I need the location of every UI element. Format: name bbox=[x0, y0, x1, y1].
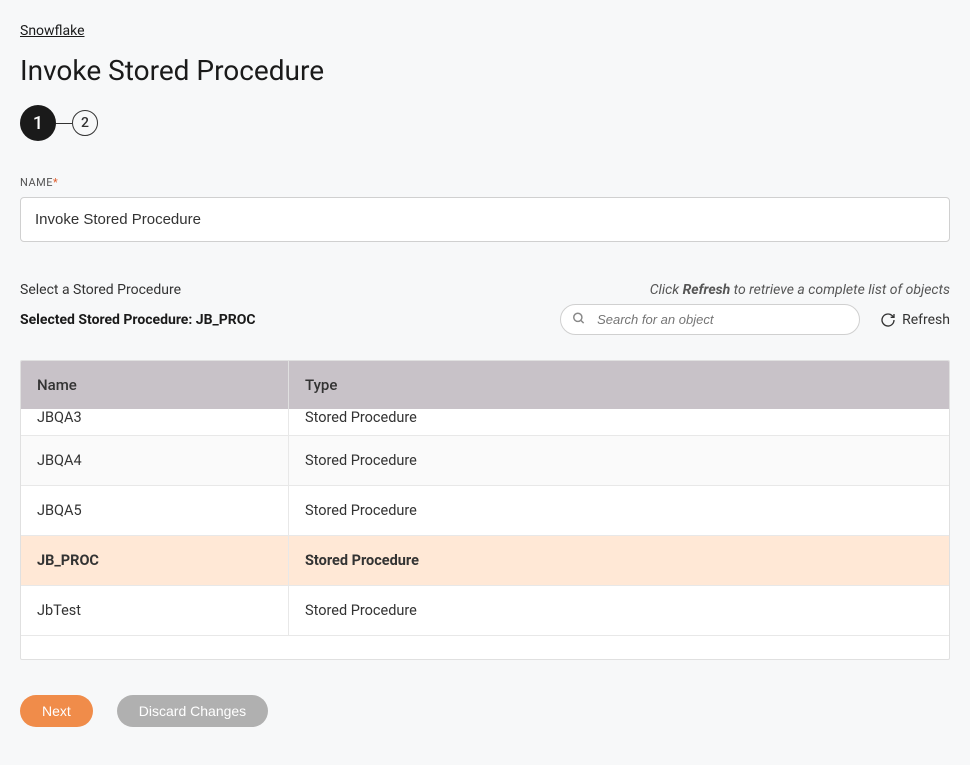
step-connector bbox=[56, 123, 72, 124]
step-2[interactable]: 2 bbox=[72, 110, 98, 136]
next-button[interactable]: Next bbox=[20, 695, 93, 727]
table-row[interactable]: JBQA5Stored Procedure bbox=[21, 486, 949, 536]
table-row[interactable]: JbTestStored Procedure bbox=[21, 586, 949, 636]
selected-procedure-label: Selected Stored Procedure: JB_PROC bbox=[20, 312, 256, 328]
cell-name: JB_PROC bbox=[21, 536, 289, 585]
breadcrumb-link[interactable]: Snowflake bbox=[20, 23, 85, 39]
select-procedure-label: Select a Stored Procedure bbox=[20, 282, 181, 298]
refresh-icon bbox=[880, 312, 896, 328]
cell-name: JBQA3 bbox=[21, 409, 289, 435]
search-container bbox=[560, 304, 860, 335]
cell-type: Stored Procedure bbox=[289, 536, 949, 585]
table-header-type: Type bbox=[289, 361, 949, 409]
search-input[interactable] bbox=[560, 304, 860, 335]
table-row[interactable]: JB_PROCStored Procedure bbox=[21, 536, 949, 586]
cell-name: JBQA5 bbox=[21, 486, 289, 535]
name-field-label: NAME* bbox=[20, 176, 950, 189]
refresh-hint: Click Refresh to retrieve a complete lis… bbox=[650, 282, 950, 298]
required-asterisk: * bbox=[53, 176, 58, 189]
cell-type: Stored Procedure bbox=[289, 486, 949, 535]
name-input[interactable] bbox=[20, 197, 950, 242]
table-header: Name Type bbox=[21, 361, 949, 409]
discard-button[interactable]: Discard Changes bbox=[117, 695, 268, 727]
procedure-table: Name Type JBQA3Stored ProcedureJBQA4Stor… bbox=[20, 360, 950, 660]
cell-type: Stored Procedure bbox=[289, 409, 949, 435]
cell-type: Stored Procedure bbox=[289, 586, 949, 635]
table-header-name: Name bbox=[21, 361, 289, 409]
stepper: 1 2 bbox=[20, 105, 950, 141]
refresh-label: Refresh bbox=[902, 312, 950, 328]
cell-type: Stored Procedure bbox=[289, 436, 949, 485]
page-title: Invoke Stored Procedure bbox=[20, 54, 950, 87]
table-body[interactable]: JBQA3Stored ProcedureJBQA4Stored Procedu… bbox=[21, 409, 949, 659]
step-1[interactable]: 1 bbox=[20, 105, 56, 141]
cell-name: JBQA4 bbox=[21, 436, 289, 485]
cell-name: JbTest bbox=[21, 586, 289, 635]
table-row[interactable]: JBQA3Stored Procedure bbox=[21, 409, 949, 436]
table-row[interactable]: JBQA4Stored Procedure bbox=[21, 436, 949, 486]
refresh-button[interactable]: Refresh bbox=[880, 312, 950, 328]
